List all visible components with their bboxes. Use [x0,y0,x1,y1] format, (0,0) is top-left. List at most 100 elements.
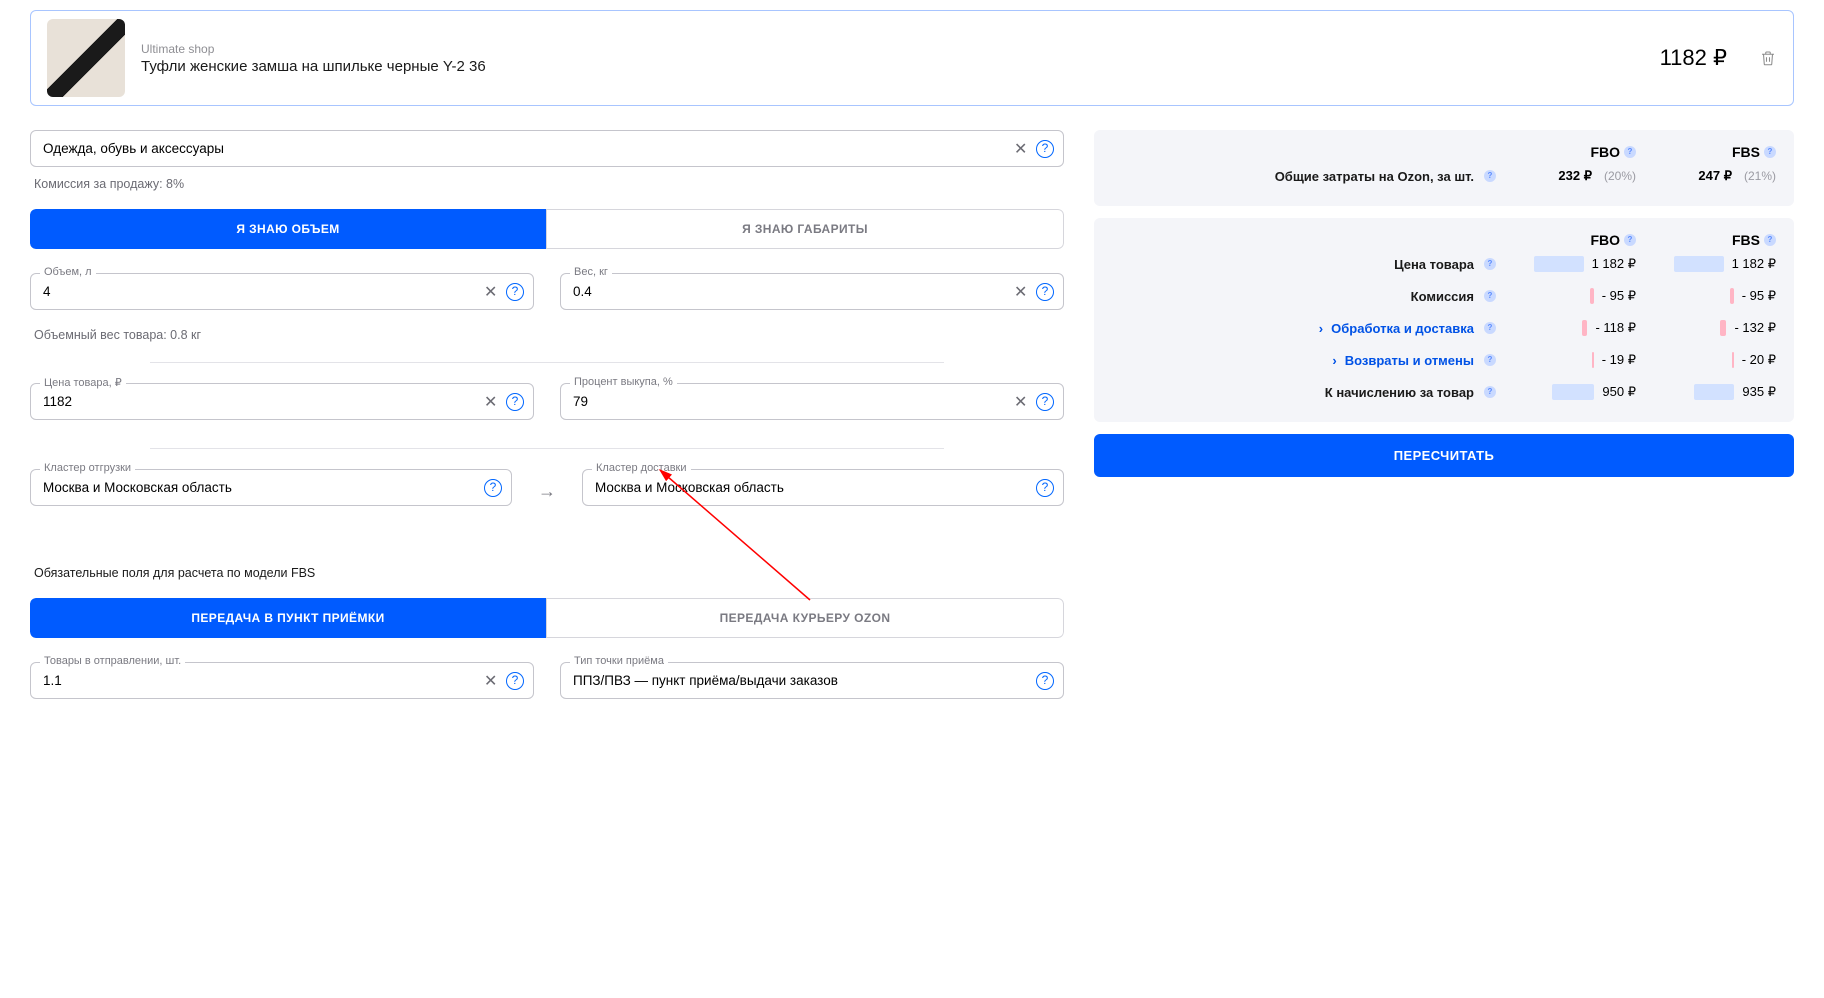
commission-info: Комиссия за продажу: 8% [34,177,1060,191]
items-field[interactable]: Товары в отправлении, шт. ✕ ? [30,662,534,699]
row-returns-label[interactable]: Возвраты и отмены [1345,353,1474,368]
cluster-to-label: Кластер доставки [592,462,691,474]
buyout-field[interactable]: Процент выкупа, % ✕ ? [560,383,1064,420]
pickup-type-field[interactable]: Тип точки приёма ? [560,662,1064,699]
help-icon[interactable]: ? [1036,283,1054,301]
chevron-right-icon[interactable]: › [1332,353,1336,368]
product-title: Туфли женские замша на шпильке черные Y-… [141,58,1644,75]
clear-icon[interactable]: ✕ [1014,282,1028,302]
info-dot-icon[interactable]: ? [1484,386,1496,398]
fbo-col-header-2: FBO? [1496,232,1636,248]
volume-input[interactable] [30,273,534,310]
items-input[interactable] [30,662,534,699]
chevron-right-icon[interactable]: › [1319,321,1323,336]
cluster-to-input[interactable] [582,469,1064,506]
info-dot-icon[interactable]: ? [1624,146,1636,158]
bar-icon [1582,320,1587,336]
divider [150,448,944,449]
volumetric-weight-info: Объемный вес товара: 0.8 кг [34,328,1060,342]
product-thumb [47,19,125,97]
recalc-button[interactable]: ПЕРЕСЧИТАТЬ [1094,434,1794,477]
help-icon[interactable]: ? [1036,393,1054,411]
product-card: Ultimate shop Туфли женские замша на шпи… [30,10,1794,106]
row-processing-label[interactable]: Обработка и доставка [1331,321,1474,336]
fbs-col-header: FBS? [1636,144,1776,160]
bar-icon [1552,384,1594,400]
clear-icon[interactable]: ✕ [484,282,498,302]
info-dot-icon[interactable]: ? [1764,234,1776,246]
info-dot-icon[interactable]: ? [1624,234,1636,246]
brand: Ultimate shop [141,42,1644,56]
fbs-heading: Обязательные поля для расчета по модели … [34,566,1060,580]
help-icon[interactable]: ? [506,672,524,690]
buyout-label: Процент выкупа, % [570,376,677,388]
row-processing-fbo: - 118 ₽ [1595,320,1636,336]
clear-icon[interactable]: ✕ [484,671,498,691]
volume-field[interactable]: Объем, л ✕ ? [30,273,534,310]
row-returns-fbo: - 19 ₽ [1602,352,1636,368]
bar-icon [1694,384,1734,400]
product-info: Ultimate shop Туфли женские замша на шпи… [141,42,1644,75]
price-label: Цена товара, ₽ [40,376,126,389]
info-dot-icon[interactable]: ? [1484,354,1496,366]
clear-icon[interactable]: ✕ [484,392,498,412]
help-icon[interactable]: ? [1036,140,1054,158]
tab-courier[interactable]: ПЕРЕДАЧА КУРЬЕРУ OZON [546,598,1064,638]
bar-icon [1534,256,1584,272]
tab-volume[interactable]: Я ЗНАЮ ОБЪЕМ [30,209,546,249]
weight-label: Вес, кг [570,266,612,278]
buyout-input[interactable] [560,383,1064,420]
clear-icon[interactable]: ✕ [1014,139,1028,159]
row-returns-fbs: - 20 ₽ [1742,352,1776,368]
info-dot-icon[interactable]: ? [1484,170,1496,182]
info-dot-icon[interactable]: ? [1484,290,1496,302]
cluster-from-input[interactable] [30,469,512,506]
tab-pickup[interactable]: ПЕРЕДАЧА В ПУНКТ ПРИЁМКИ [30,598,546,638]
pickup-type-label: Тип точки приёма [570,655,668,667]
volume-label: Объем, л [40,266,96,278]
clear-icon[interactable]: ✕ [1014,392,1028,412]
summary-ozon-costs: FBO? FBS? Общие затраты на Ozon, за шт.?… [1094,130,1794,206]
weight-field[interactable]: Вес, кг ✕ ? [560,273,1064,310]
row-price-fbs: 1 182 ₽ [1732,256,1776,272]
bar-icon [1720,320,1726,336]
info-dot-icon[interactable]: ? [1484,258,1496,270]
summary-breakdown: FBO? FBS? Цена товара? 1 182 ₽ 1 182 ₽ К… [1094,218,1794,422]
size-tabs: Я ЗНАЮ ОБЪЕМ Я ЗНАЮ ГАБАРИТЫ [30,209,1064,249]
row-payout-label: К начислению за товар [1325,385,1474,400]
cluster-from-field[interactable]: Кластер отгрузки ? [30,469,512,506]
info-dot-icon[interactable]: ? [1764,146,1776,158]
ozon-total-fbo-pct: (20%) [1604,169,1636,183]
category-field[interactable]: ✕ ? [30,130,1064,167]
delete-icon[interactable] [1759,49,1777,67]
row-commission-label: Комиссия [1411,289,1474,304]
bar-icon [1592,352,1594,368]
help-icon[interactable]: ? [506,393,524,411]
bar-icon [1674,256,1724,272]
tab-dimensions[interactable]: Я ЗНАЮ ГАБАРИТЫ [546,209,1064,249]
bar-icon [1730,288,1734,304]
fbs-col-header-2: FBS? [1636,232,1776,248]
row-processing-fbs: - 132 ₽ [1734,320,1776,336]
help-icon[interactable]: ? [506,283,524,301]
ozon-total-fbs: 247 ₽ [1698,168,1732,184]
bar-constrdot data-interactable= [1732,352,1734,368]
bar-icon [1590,288,1594,304]
weight-input[interactable] [560,273,1064,310]
help-icon[interactable]: ? [484,479,502,497]
category-input[interactable] [30,130,1064,167]
items-label: Товары в отправлении, шт. [40,655,185,667]
cluster-to-field[interactable]: Кластер доставки ? [582,469,1064,506]
help-icon[interactable]: ? [1036,672,1054,690]
ozon-total-fbo: 232 ₽ [1558,168,1592,184]
handover-tabs: ПЕРЕДАЧА В ПУНКТ ПРИЁМКИ ПЕРЕДАЧА КУРЬЕР… [30,598,1064,638]
help-icon[interactable]: ? [1036,479,1054,497]
row-commission-fbo: - 95 ₽ [1602,288,1636,304]
fbo-col-header: FBO? [1496,144,1636,160]
ozon-total-label: Общие затраты на Ozon, за шт. [1275,169,1474,184]
row-commission-fbs: - 95 ₽ [1742,288,1776,304]
price-field[interactable]: Цена товара, ₽ ✕ ? [30,383,534,420]
pickup-type-input[interactable] [560,662,1064,699]
info-dot-icon[interactable]: ? [1484,322,1496,334]
ozon-total-fbs-pct: (21%) [1744,169,1776,183]
